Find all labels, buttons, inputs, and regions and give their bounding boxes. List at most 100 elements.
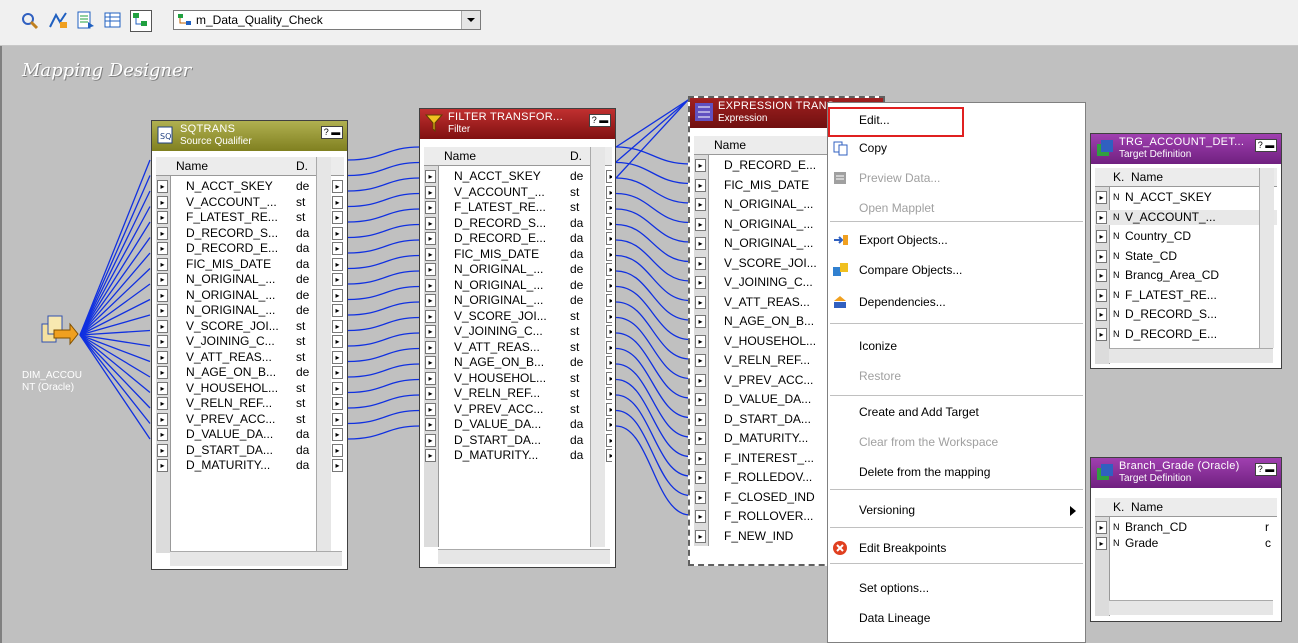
table-row[interactable]: ▸ N Country_CD xyxy=(1095,229,1277,244)
table-row[interactable]: ▸ FIC_MIS_DATE xyxy=(694,178,834,193)
port-icon[interactable]: ▸ xyxy=(157,273,168,286)
port-icon[interactable]: ▸ xyxy=(606,294,612,307)
port-icon[interactable]: ▸ xyxy=(606,325,612,338)
port-icon[interactable]: ▸ xyxy=(425,185,436,199)
port-icon[interactable]: ▸ xyxy=(332,412,343,426)
table-row[interactable]: ▸ F_CLOSED_IND xyxy=(694,490,834,505)
port-icon[interactable]: ▸ xyxy=(425,325,436,338)
port-icon[interactable]: ▸ xyxy=(157,397,168,410)
port-icon[interactable]: ▸ xyxy=(425,340,436,354)
port-icon[interactable]: ▸ xyxy=(425,418,436,431)
port-icon[interactable]: ▸ xyxy=(425,232,436,245)
table-row[interactable]: ▸ N_ORIGINAL_... de ▸ xyxy=(424,278,612,293)
table-row[interactable]: ▸ N_ORIGINAL_... de ▸ xyxy=(424,262,612,277)
port-icon[interactable]: ▸ xyxy=(1096,521,1107,534)
port-icon[interactable]: ▸ xyxy=(695,178,706,192)
port-icon[interactable]: ▸ xyxy=(425,216,436,230)
table-row[interactable]: ▸ V_ATT_REAS... xyxy=(694,295,834,310)
port-icon[interactable]: ▸ xyxy=(157,335,168,348)
port-icon[interactable]: ▸ xyxy=(1096,230,1107,243)
menu-item-restore[interactable]: Restore xyxy=(859,369,901,383)
port-icon[interactable]: ▸ xyxy=(332,288,343,302)
port-icon[interactable]: ▸ xyxy=(606,449,612,462)
window-buttons[interactable]: ? ▬ xyxy=(1255,139,1277,152)
filter-box[interactable]: FILTER TRANSFOR... Filter ? ▬ Name D. ▸ N… xyxy=(419,108,616,568)
port-icon[interactable]: ▸ xyxy=(606,170,612,183)
horizontal-scrollbar[interactable] xyxy=(170,551,342,566)
port-icon[interactable]: ▸ xyxy=(425,247,436,261)
menu-item-create-and-add-target[interactable]: Create and Add Target xyxy=(859,405,979,419)
port-icon[interactable]: ▸ xyxy=(606,247,612,261)
menu-item-delete-from-the-mapping[interactable]: Delete from the mapping xyxy=(859,465,990,479)
table-row[interactable]: ▸ N Grade c xyxy=(1095,536,1277,551)
table-row[interactable]: ▸ D_START_DA... da ▸ xyxy=(424,433,612,448)
table-row[interactable]: ▸ V_SCORE_JOI... xyxy=(694,256,834,271)
port-icon[interactable]: ▸ xyxy=(157,443,168,457)
sqtrans-box[interactable]: SQ SQTRANS Source Qualifier ? ▬ Name D. … xyxy=(151,120,348,570)
menu-item-copy[interactable]: Copy xyxy=(859,141,887,155)
table-row[interactable]: ▸ V_JOINING_C... xyxy=(694,275,834,290)
port-icon[interactable]: ▸ xyxy=(425,170,436,183)
table-row[interactable]: ▸ F_LATEST_RE... st ▸ xyxy=(424,200,612,215)
port-icon[interactable]: ▸ xyxy=(425,387,436,400)
table-row[interactable]: ▸ N_ACCT_SKEY de ▸ xyxy=(424,169,612,184)
port-icon[interactable]: ▸ xyxy=(425,294,436,307)
port-icon[interactable]: ▸ xyxy=(332,381,343,395)
port-icon[interactable]: ▸ xyxy=(332,397,343,410)
port-icon[interactable]: ▸ xyxy=(157,459,168,472)
vertical-scrollbar[interactable] xyxy=(316,157,331,553)
table-row[interactable]: ▸ D_RECORD_E... da ▸ xyxy=(424,231,612,246)
menu-item-open-mapplet[interactable]: Open Mapplet xyxy=(859,201,934,215)
table-row[interactable]: ▸ N N_ACCT_SKEY xyxy=(1095,190,1277,205)
port-icon[interactable]: ▸ xyxy=(695,432,706,445)
table-row[interactable]: ▸ N_ORIGINAL_... xyxy=(694,197,834,212)
table-row[interactable]: ▸ V_SCORE_JOI... st ▸ xyxy=(424,309,612,324)
source-definition-icon[interactable] xyxy=(40,312,80,360)
port-icon[interactable]: ▸ xyxy=(157,319,168,333)
port-icon[interactable]: ▸ xyxy=(695,471,706,484)
port-icon[interactable]: ▸ xyxy=(332,211,343,224)
port-icon[interactable]: ▸ xyxy=(606,387,612,400)
port-icon[interactable]: ▸ xyxy=(606,263,612,276)
filter-header[interactable]: FILTER TRANSFOR... Filter ? ▬ xyxy=(420,109,615,139)
port-icon[interactable]: ▸ xyxy=(332,350,343,364)
menu-item-export-objects[interactable]: Export Objects... xyxy=(859,233,948,247)
target-account-header[interactable]: TRG_ACCOUNT_DET... Target Definition ? ▬ xyxy=(1091,134,1281,164)
table-row[interactable]: ▸ V_JOINING_C... st ▸ xyxy=(424,324,612,339)
table-row[interactable]: ▸ N D_RECORD_E... xyxy=(1095,327,1277,342)
table-row[interactable]: ▸ N_ORIGINAL_... de ▸ xyxy=(424,293,612,308)
table-row[interactable]: ▸ F_ROLLOVER... xyxy=(694,509,834,524)
port-icon[interactable]: ▸ xyxy=(157,257,168,271)
port-icon[interactable]: ▸ xyxy=(157,195,168,209)
menu-item-edit-breakpoints[interactable]: Edit Breakpoints xyxy=(859,541,946,555)
port-icon[interactable]: ▸ xyxy=(425,402,436,416)
table-row[interactable]: ▸ FIC_MIS_DATE da ▸ xyxy=(424,247,612,262)
port-icon[interactable]: ▸ xyxy=(157,242,168,255)
table-row[interactable]: ▸ D_RECORD_E... xyxy=(694,158,834,173)
port-icon[interactable]: ▸ xyxy=(606,371,612,385)
port-icon[interactable]: ▸ xyxy=(425,309,436,323)
port-icon[interactable]: ▸ xyxy=(332,195,343,209)
port-icon[interactable]: ▸ xyxy=(606,278,612,292)
table-row[interactable]: ▸ N_AGE_ON_B... de ▸ xyxy=(424,355,612,370)
table-row[interactable]: ▸ F_NEW_IND xyxy=(694,529,834,544)
port-icon[interactable]: ▸ xyxy=(606,216,612,230)
port-icon[interactable]: ▸ xyxy=(695,393,706,406)
window-buttons[interactable]: ? ▬ xyxy=(1255,463,1277,476)
menu-item-set-options[interactable]: Set options... xyxy=(859,581,929,595)
port-icon[interactable]: ▸ xyxy=(695,159,706,172)
port-icon[interactable]: ▸ xyxy=(695,237,706,250)
port-icon[interactable]: ▸ xyxy=(332,459,343,472)
port-icon[interactable]: ▸ xyxy=(425,356,436,369)
port-icon[interactable]: ▸ xyxy=(332,273,343,286)
table-row[interactable]: ▸ N Branch_CD r xyxy=(1095,520,1277,535)
menu-item-data-lineage[interactable]: Data Lineage xyxy=(859,611,930,625)
table-row[interactable]: ▸ D_MATURITY... xyxy=(694,431,834,446)
port-icon[interactable]: ▸ xyxy=(332,443,343,457)
port-icon[interactable]: ▸ xyxy=(695,217,706,231)
table-row[interactable]: ▸ N_ORIGINAL_... xyxy=(694,236,834,251)
table-row[interactable]: ▸ V_ACCOUNT_... st ▸ xyxy=(424,185,612,200)
port-icon[interactable]: ▸ xyxy=(1096,327,1107,341)
port-icon[interactable]: ▸ xyxy=(425,449,436,462)
table-row[interactable]: ▸ V_RELN_REF... st ▸ xyxy=(424,386,612,401)
